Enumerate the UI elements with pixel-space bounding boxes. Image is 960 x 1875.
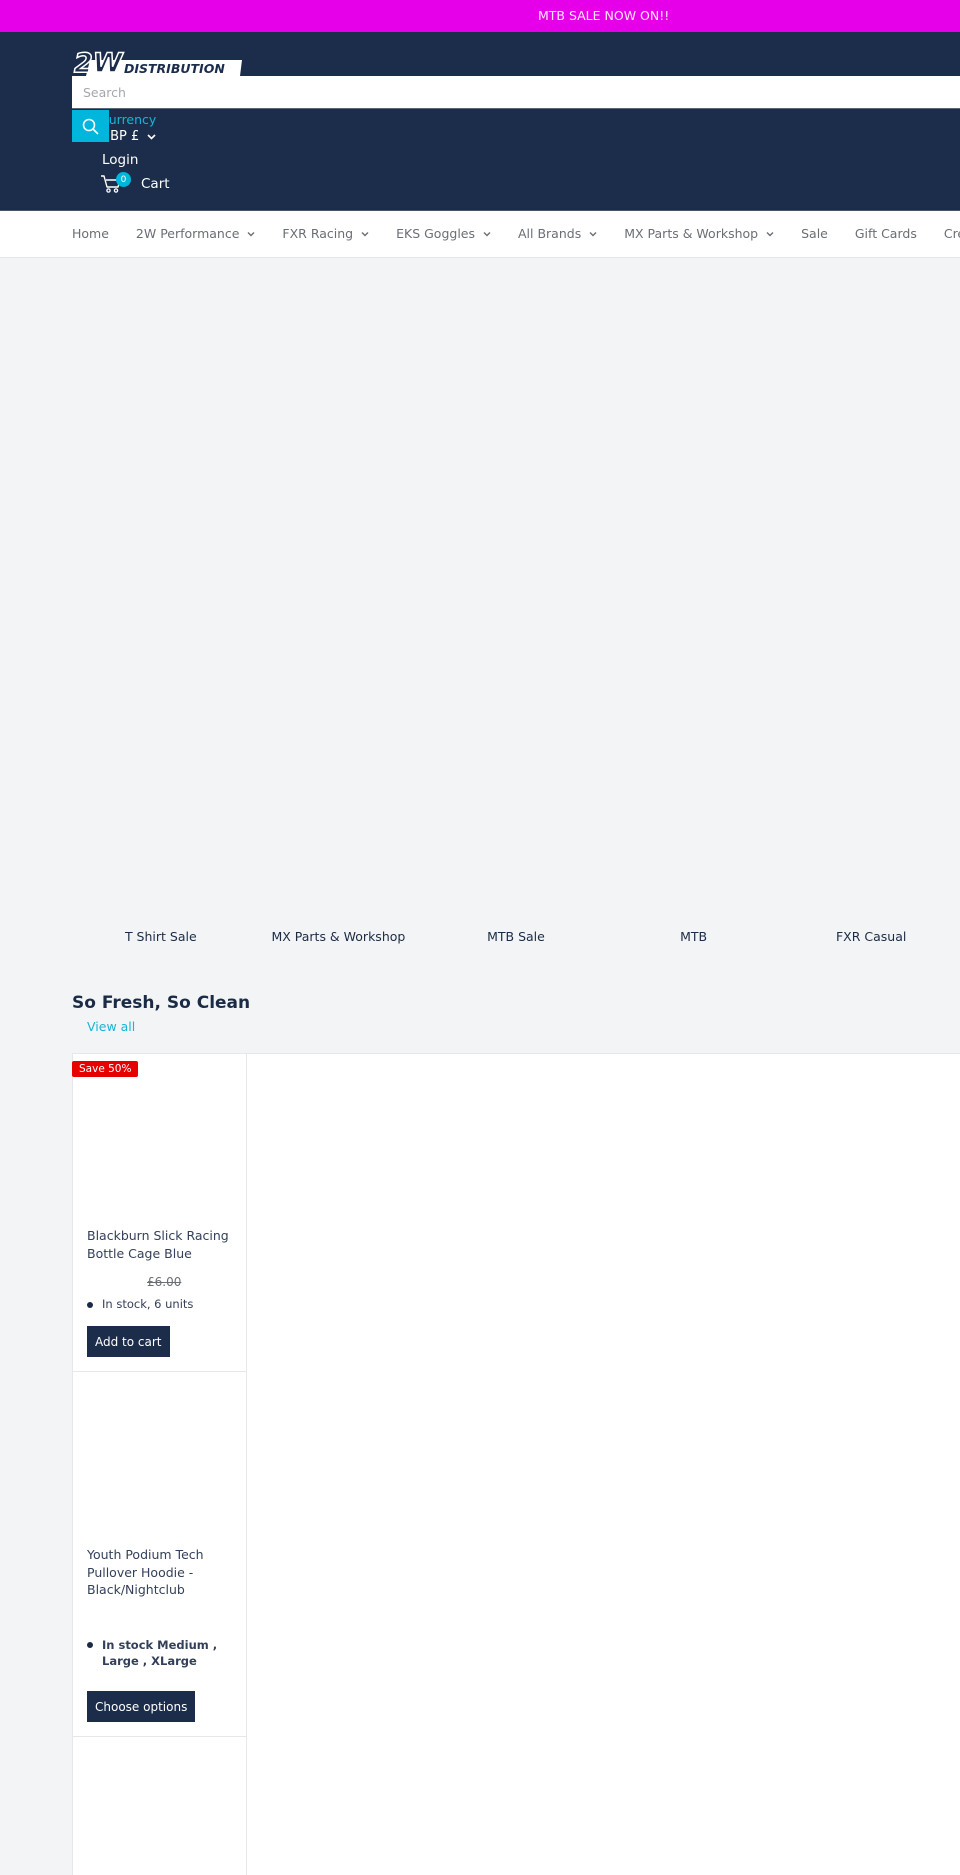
site-header: 2W DISTRIBUTION Currency GBP £ Login 0 C… xyxy=(0,32,960,210)
product-card[interactable]: Youth Podium Tech Pullover Hoodie - Blac… xyxy=(73,1372,247,1737)
logo-mark: 2W xyxy=(74,48,124,76)
nav-item-all-brands[interactable]: All Brands xyxy=(518,226,597,241)
collection-list: T Shirt Sale MX Parts & Workshop MTB Sal… xyxy=(72,929,960,944)
nav-item-sale[interactable]: Sale xyxy=(801,226,828,241)
view-all-link[interactable]: View all xyxy=(87,1019,135,1034)
chevron-down-icon xyxy=(766,231,774,236)
product-title[interactable]: Blackburn Slick Racing Bottle Cage Blue xyxy=(87,1227,237,1262)
search-icon xyxy=(82,118,99,134)
nav-item-home[interactable]: Home xyxy=(72,226,109,241)
product-grid: Save 50% Blackburn Slick Racing Bottle C… xyxy=(72,1053,960,1875)
collection-item-mx-parts-workshop[interactable]: MX Parts & Workshop xyxy=(250,929,428,944)
nav-item-label: EKS Goggles xyxy=(396,226,475,241)
stock-text: In stock, 6 units xyxy=(102,1297,194,1311)
chevron-down-icon xyxy=(483,231,491,236)
nav-item-label: Gift Cards xyxy=(854,226,917,241)
stock-status: In stock, 6 units xyxy=(87,1297,193,1311)
logo-wordmark: DISTRIBUTION xyxy=(124,61,225,76)
collection-item-fxr-casual[interactable]: FXR Casual xyxy=(782,929,960,944)
stock-dot-icon xyxy=(87,1642,93,1648)
cart-label: Cart xyxy=(141,176,170,192)
compare-price: £6.00 xyxy=(147,1275,182,1289)
search-bar xyxy=(72,76,960,109)
nav-item-label: FXR Racing xyxy=(282,226,354,241)
collection-item-mtb[interactable]: MTB xyxy=(605,929,783,944)
nav-item-label: Sale xyxy=(801,226,828,241)
nav-item-mx-parts-workshop[interactable]: MX Parts & Workshop xyxy=(624,226,774,241)
nav-item-label: Create xyxy=(943,226,960,241)
nav-item-eks-goggles[interactable]: EKS Goggles xyxy=(396,226,491,241)
stock-status: In stock Medium , Large , XLarge xyxy=(87,1637,237,1669)
chevron-down-icon xyxy=(361,231,369,236)
login-link[interactable]: Login xyxy=(102,152,138,168)
chevron-down-icon xyxy=(147,133,156,140)
stock-text: In stock Medium , Large , XLarge xyxy=(102,1638,218,1668)
cart-icon: 0 xyxy=(100,172,131,196)
collection-item-t-shirt-sale[interactable]: T Shirt Sale xyxy=(72,929,250,944)
sale-badge: Save 50% xyxy=(72,1061,139,1077)
nav-item-label: Home xyxy=(72,226,109,241)
nav-item-label: All Brands xyxy=(518,226,582,241)
main-navigation: Home 2W Performance FXR Racing EKS Goggles A… xyxy=(0,210,960,258)
nav-item-2w-performance[interactable]: 2W Performance xyxy=(136,226,256,241)
nav-item-gift-cards[interactable]: Gift Cards xyxy=(855,226,917,241)
cart-link[interactable]: 0 Cart xyxy=(100,172,170,196)
product-card[interactable]: Save 50% Blackburn Slick Racing Bottle C… xyxy=(72,1054,247,1372)
chevron-down-icon xyxy=(247,231,255,236)
search-button[interactable] xyxy=(72,110,109,142)
nav-item-label: 2W Performance xyxy=(135,226,240,241)
announcement-text[interactable]: MTB SALE NOW ON!! xyxy=(538,8,669,23)
nav-item-fxr-racing[interactable]: FXR Racing xyxy=(282,226,369,241)
search-input[interactable] xyxy=(72,76,960,108)
nav-item-label: MX Parts & Workshop xyxy=(624,226,759,241)
section-title: So Fresh, So Clean xyxy=(72,993,251,1013)
collection-item-mtb-sale[interactable]: MTB Sale xyxy=(427,929,605,944)
cart-count-badge: 0 xyxy=(116,172,131,187)
product-card[interactable] xyxy=(73,1737,247,1875)
product-column: Save 50% Blackburn Slick Racing Bottle C… xyxy=(72,1054,247,1875)
stock-dot-icon xyxy=(87,1302,93,1308)
nav-item-create[interactable]: Create xyxy=(944,226,960,241)
add-to-cart-button[interactable]: Add to cart xyxy=(87,1326,170,1357)
product-title[interactable]: Youth Podium Tech Pullover Hoodie - Blac… xyxy=(87,1546,237,1599)
announcement-bar: MTB SALE NOW ON!! xyxy=(0,0,960,32)
choose-options-button[interactable]: Choose options xyxy=(87,1691,196,1722)
chevron-down-icon xyxy=(589,231,597,236)
logo[interactable]: 2W DISTRIBUTION xyxy=(72,46,242,80)
